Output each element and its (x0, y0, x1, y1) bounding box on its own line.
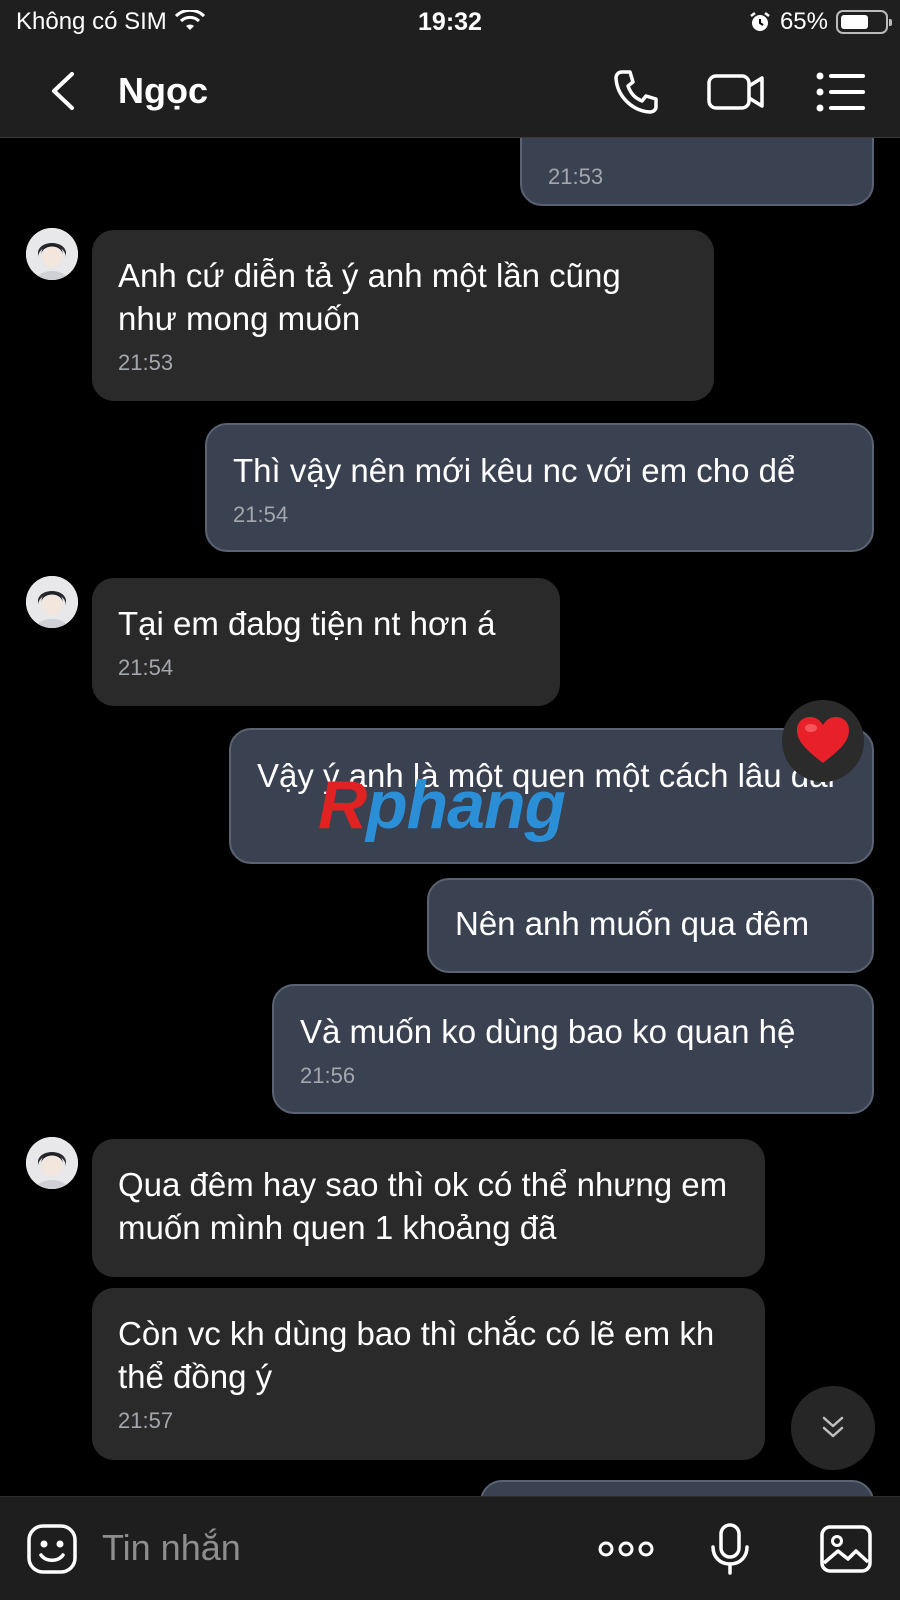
status-bar: Không có SIM 19:32 65% (0, 0, 900, 44)
watermark-logo: Rphang (318, 767, 566, 843)
message-time: 21:53 (548, 164, 604, 189)
chat-header: Ngọc (0, 44, 900, 138)
message-bubble-outgoing[interactable]: Và muốn ko dùng bao ko quan hệ 21:56 (272, 984, 874, 1114)
battery-percent: 65% (779, 8, 828, 35)
message-time: 21:54 (233, 502, 289, 527)
message-text: Tại em đabg tiện nt hơn á (118, 605, 496, 642)
phone-call-icon[interactable] (608, 64, 664, 120)
back-icon[interactable] (40, 66, 90, 116)
heart-icon (797, 717, 849, 763)
double-chevron-down-icon (822, 1416, 844, 1438)
message-time: 21:57 (118, 1408, 174, 1433)
microphone-icon[interactable] (702, 1521, 758, 1577)
message-bubble-outgoing[interactable] (480, 1480, 874, 1496)
alarm-icon (750, 12, 770, 31)
message-text: Anh cứ diễn tả ý anh một lần cũng như mo… (118, 257, 621, 337)
message-time: 21:56 (300, 1063, 356, 1088)
avatar[interactable] (26, 576, 78, 628)
reaction-badge[interactable] (782, 700, 864, 782)
message-bubble-incoming[interactable]: Anh cứ diễn tả ý anh một lần cũng như mo… (92, 230, 714, 401)
message-text: Và muốn ko dùng bao ko quan hệ (300, 1013, 796, 1050)
message-bubble-incoming[interactable]: Tại em đabg tiện nt hơn á 21:54 (92, 578, 560, 706)
scroll-to-bottom-button[interactable] (791, 1386, 875, 1470)
message-input-bar: Tin nhắn (0, 1496, 900, 1600)
sticker-emoji-icon[interactable] (24, 1521, 80, 1577)
message-list[interactable]: 21:53 Anh cứ diễn tả ý anh một lần cũng … (0, 138, 900, 1496)
message-bubble-outgoing[interactable]: 21:53 (520, 138, 874, 206)
message-bubble-incoming[interactable]: Còn vc kh dùng bao thì chắc có lẽ em kh … (92, 1288, 765, 1460)
menu-list-icon[interactable] (812, 64, 868, 120)
battery-fill (841, 15, 869, 29)
more-options-icon[interactable] (596, 1521, 656, 1577)
message-text: Nên anh muốn qua đêm (455, 905, 810, 942)
contact-name[interactable]: Ngọc (118, 70, 208, 112)
message-bubble-outgoing[interactable]: Nên anh muốn qua đêm (427, 878, 874, 973)
message-time: 21:54 (118, 655, 174, 680)
message-text: Thì vậy nên mới kêu nc với em cho dể (233, 452, 796, 489)
message-bubble-outgoing[interactable]: Thì vậy nên mới kêu nc với em cho dể 21:… (205, 423, 874, 552)
status-right: 65% (748, 8, 892, 36)
message-time: 21:53 (118, 350, 174, 375)
message-text: Qua đêm hay sao thì ok có thể nhưng em m… (118, 1166, 728, 1246)
video-call-icon[interactable] (706, 64, 766, 120)
image-gallery-icon[interactable] (818, 1521, 874, 1577)
avatar[interactable] (26, 1137, 78, 1189)
message-input[interactable]: Tin nhắn (102, 1527, 241, 1569)
message-bubble-incoming[interactable]: Qua đêm hay sao thì ok có thể nhưng em m… (92, 1139, 765, 1277)
battery-icon (836, 10, 892, 34)
avatar[interactable] (26, 228, 78, 280)
message-text: Còn vc kh dùng bao thì chắc có lẽ em kh … (118, 1315, 715, 1395)
